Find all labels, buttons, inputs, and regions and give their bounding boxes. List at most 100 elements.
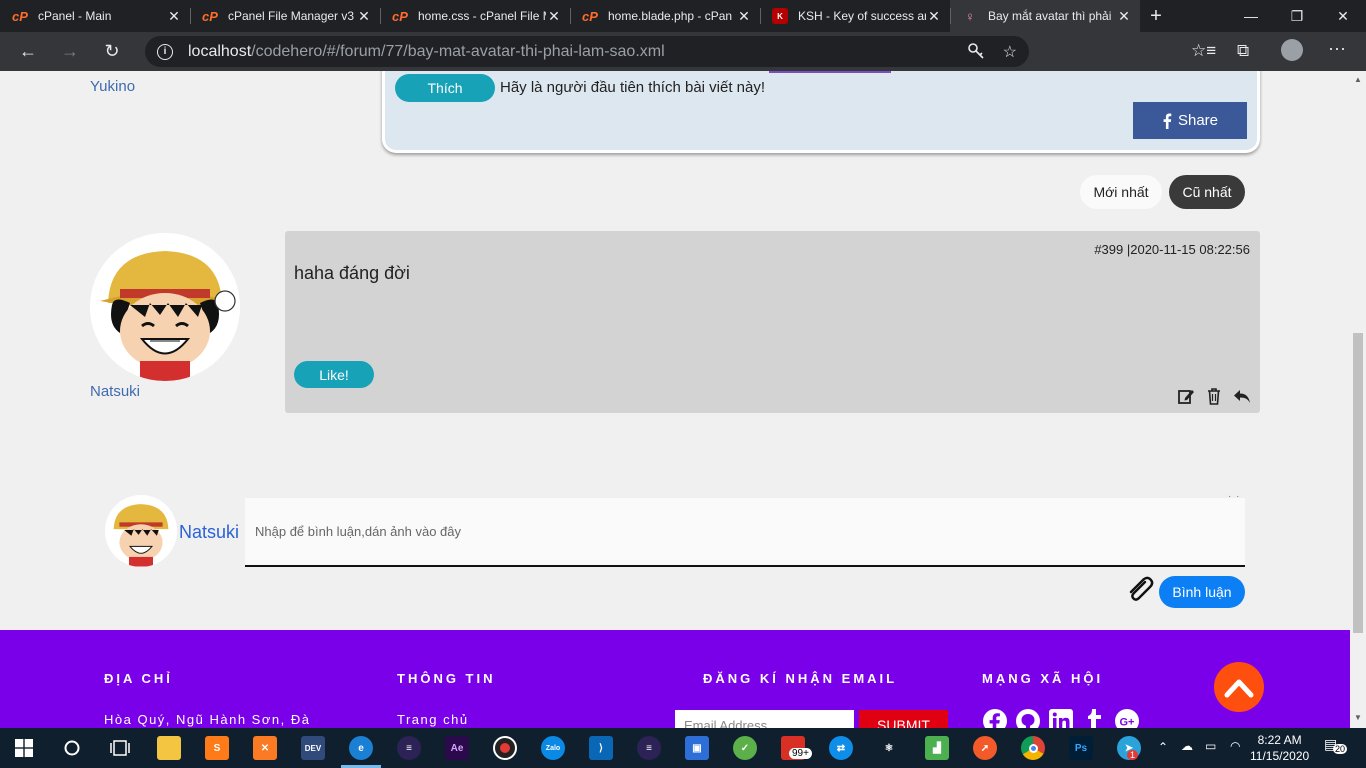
- reply-icon[interactable]: [1233, 387, 1251, 405]
- github-icon[interactable]: [1015, 708, 1041, 728]
- key-icon[interactable]: [967, 42, 985, 65]
- comment-input[interactable]: [245, 498, 1245, 567]
- scrollbar-thumb[interactable]: [1353, 333, 1363, 633]
- tab-title: home.blade.php - cPan: [608, 9, 733, 23]
- notification-count: 20: [1333, 744, 1348, 754]
- tab-title: Bay mắt avatar thì phải: [988, 9, 1112, 23]
- record-icon[interactable]: [493, 736, 517, 760]
- maximize-icon[interactable]: ❐: [1274, 0, 1320, 32]
- avatar[interactable]: [90, 233, 240, 381]
- teamviewer-icon[interactable]: ⇄: [829, 736, 853, 760]
- window-controls: — ❐ ✕: [1228, 0, 1366, 32]
- sort-oldest-button[interactable]: Cũ nhất: [1169, 175, 1245, 209]
- tab-cpanel-file-manager[interactable]: cP cPanel File Manager v3 ✕: [190, 0, 380, 32]
- close-tab-icon[interactable]: ✕: [166, 8, 182, 25]
- search-icon[interactable]: [60, 736, 84, 760]
- url-text[interactable]: localhost/codehero/#/forum/77/bay-mat-av…: [188, 43, 665, 61]
- windows-start-icon[interactable]: [12, 736, 36, 760]
- google-plus-icon[interactable]: G+: [1114, 708, 1140, 728]
- back-arrow-icon[interactable]: ←: [7, 41, 49, 62]
- edge-browser-icon[interactable]: e: [349, 736, 373, 760]
- comment-text: haha đáng đời: [294, 263, 410, 283]
- facebook-icon[interactable]: [982, 708, 1008, 728]
- close-tab-icon[interactable]: ✕: [356, 8, 372, 25]
- dev-cpp-icon[interactable]: DEV: [301, 736, 325, 760]
- tab-forum-post[interactable]: ♀ Bay mắt avatar thì phải ✕: [950, 0, 1140, 32]
- remote-desktop-icon[interactable]: ▣: [685, 736, 709, 760]
- tab-ksh[interactable]: K KSH - Key of success an ✕: [760, 0, 950, 32]
- xampp-icon[interactable]: ✕: [253, 736, 277, 760]
- collections-icon[interactable]: ⧉: [1237, 41, 1249, 61]
- linkedin-icon[interactable]: [1048, 708, 1074, 728]
- minimize-icon[interactable]: —: [1228, 0, 1274, 32]
- system-clock[interactable]: 8:22 AM 11/15/2020: [1250, 732, 1309, 764]
- green-app-icon[interactable]: ✓: [733, 736, 757, 760]
- chart-app-icon[interactable]: ▟: [925, 736, 949, 760]
- zalo-icon[interactable]: Zalo: [541, 736, 565, 760]
- address-text: Hòa Quý, Ngũ Hành Sơn, Đà: [104, 712, 311, 727]
- window-close-icon[interactable]: ✕: [1320, 0, 1366, 32]
- scroll-to-top-button[interactable]: [1214, 662, 1264, 712]
- tab-home-css[interactable]: cP home.css - cPanel File M ✕: [380, 0, 570, 32]
- star-icon[interactable]: ☆: [1003, 42, 1017, 65]
- forward-arrow-icon[interactable]: →: [49, 41, 91, 62]
- atom-icon[interactable]: ⚛: [877, 736, 901, 760]
- file-explorer-icon[interactable]: [157, 736, 181, 760]
- tab-cpanel-main[interactable]: cP cPanel - Main ✕: [0, 0, 190, 32]
- eclipse-icon[interactable]: ≡: [637, 736, 661, 760]
- after-effects-icon[interactable]: Ae: [445, 736, 469, 760]
- facebook-share-button[interactable]: Share: [1133, 102, 1247, 139]
- new-tab-button[interactable]: +: [1140, 0, 1172, 32]
- address-bar[interactable]: i localhost/codehero/#/forum/77/bay-mat-…: [145, 36, 1029, 67]
- site-info-icon[interactable]: i: [157, 43, 173, 60]
- vscode-icon[interactable]: ⟩: [589, 736, 613, 760]
- wifi-icon[interactable]: ◠: [1230, 739, 1240, 753]
- scroll-up-arrow-icon[interactable]: ▲: [1350, 75, 1366, 84]
- clock-time: 8:22 AM: [1257, 733, 1302, 747]
- tab-title: cPanel File Manager v3: [228, 9, 355, 23]
- windows-taskbar: S ✕ DEV e ≡ Ae Zalo ⟩ ≡ ▣ ✓ 99+ ⇄ ⚛ ▟ ➚ …: [0, 728, 1366, 768]
- close-tab-icon[interactable]: ✕: [926, 8, 942, 25]
- home-link[interactable]: Trang chủ: [397, 712, 469, 727]
- composer-username[interactable]: Natsuki: [179, 522, 239, 543]
- newsletter-email-input[interactable]: [675, 710, 854, 728]
- sublime-text-icon[interactable]: S: [205, 736, 229, 760]
- paperclip-icon[interactable]: [1124, 573, 1154, 603]
- social-links: G+: [982, 708, 1140, 728]
- more-menu-icon[interactable]: ···: [1328, 38, 1346, 59]
- ksh-icon: K: [772, 8, 788, 24]
- pink-figure-icon: ♀: [965, 8, 975, 24]
- onedrive-icon[interactable]: ☁: [1181, 739, 1193, 753]
- page-scrollbar[interactable]: ▲ ▼: [1350, 71, 1366, 728]
- reload-icon[interactable]: ↻: [91, 41, 133, 62]
- photoshop-icon[interactable]: Ps: [1069, 736, 1093, 760]
- close-tab-icon[interactable]: ✕: [546, 8, 562, 25]
- postman-icon[interactable]: ➚: [973, 736, 997, 760]
- browser-toolbar: ← → ↻ i localhost/codehero/#/forum/77/ba…: [0, 32, 1366, 94]
- tumblr-icon[interactable]: [1081, 708, 1107, 728]
- close-tab-icon[interactable]: ✕: [1116, 8, 1132, 25]
- edit-icon[interactable]: [1177, 387, 1195, 405]
- previous-post-username[interactable]: Yukino: [90, 78, 135, 95]
- profile-avatar-icon[interactable]: [1281, 39, 1303, 61]
- clock-date: 11/15/2020: [1250, 749, 1310, 763]
- scroll-down-arrow-icon[interactable]: ▼: [1350, 713, 1366, 722]
- comment-card: #399 |2020-11-15 08:22:56 haha đáng đời …: [285, 231, 1260, 413]
- comment-like-button[interactable]: Like!: [294, 361, 374, 388]
- chrome-icon[interactable]: [1021, 736, 1045, 760]
- comment-author-name[interactable]: Natsuki: [90, 383, 140, 400]
- sort-newest-button[interactable]: Mới nhất: [1080, 175, 1162, 209]
- eclipse-icon[interactable]: ≡: [397, 736, 421, 760]
- newsletter-submit-button[interactable]: SUBMIT: [859, 710, 948, 728]
- address-heading: ĐỊA CHỈ: [104, 671, 173, 686]
- tab-title: cPanel - Main: [38, 9, 112, 23]
- submit-comment-button[interactable]: Bình luận: [1159, 576, 1245, 608]
- like-button[interactable]: Thích: [395, 74, 495, 102]
- tab-home-blade[interactable]: cP home.blade.php - cPan ✕: [570, 0, 760, 32]
- reading-list-icon[interactable]: ☆≡: [1191, 41, 1216, 61]
- tray-expand-icon[interactable]: ⌃: [1158, 740, 1168, 754]
- battery-icon[interactable]: ▭: [1205, 739, 1216, 753]
- trash-icon[interactable]: [1205, 387, 1223, 405]
- task-view-icon[interactable]: [108, 736, 132, 760]
- close-tab-icon[interactable]: ✕: [736, 8, 752, 25]
